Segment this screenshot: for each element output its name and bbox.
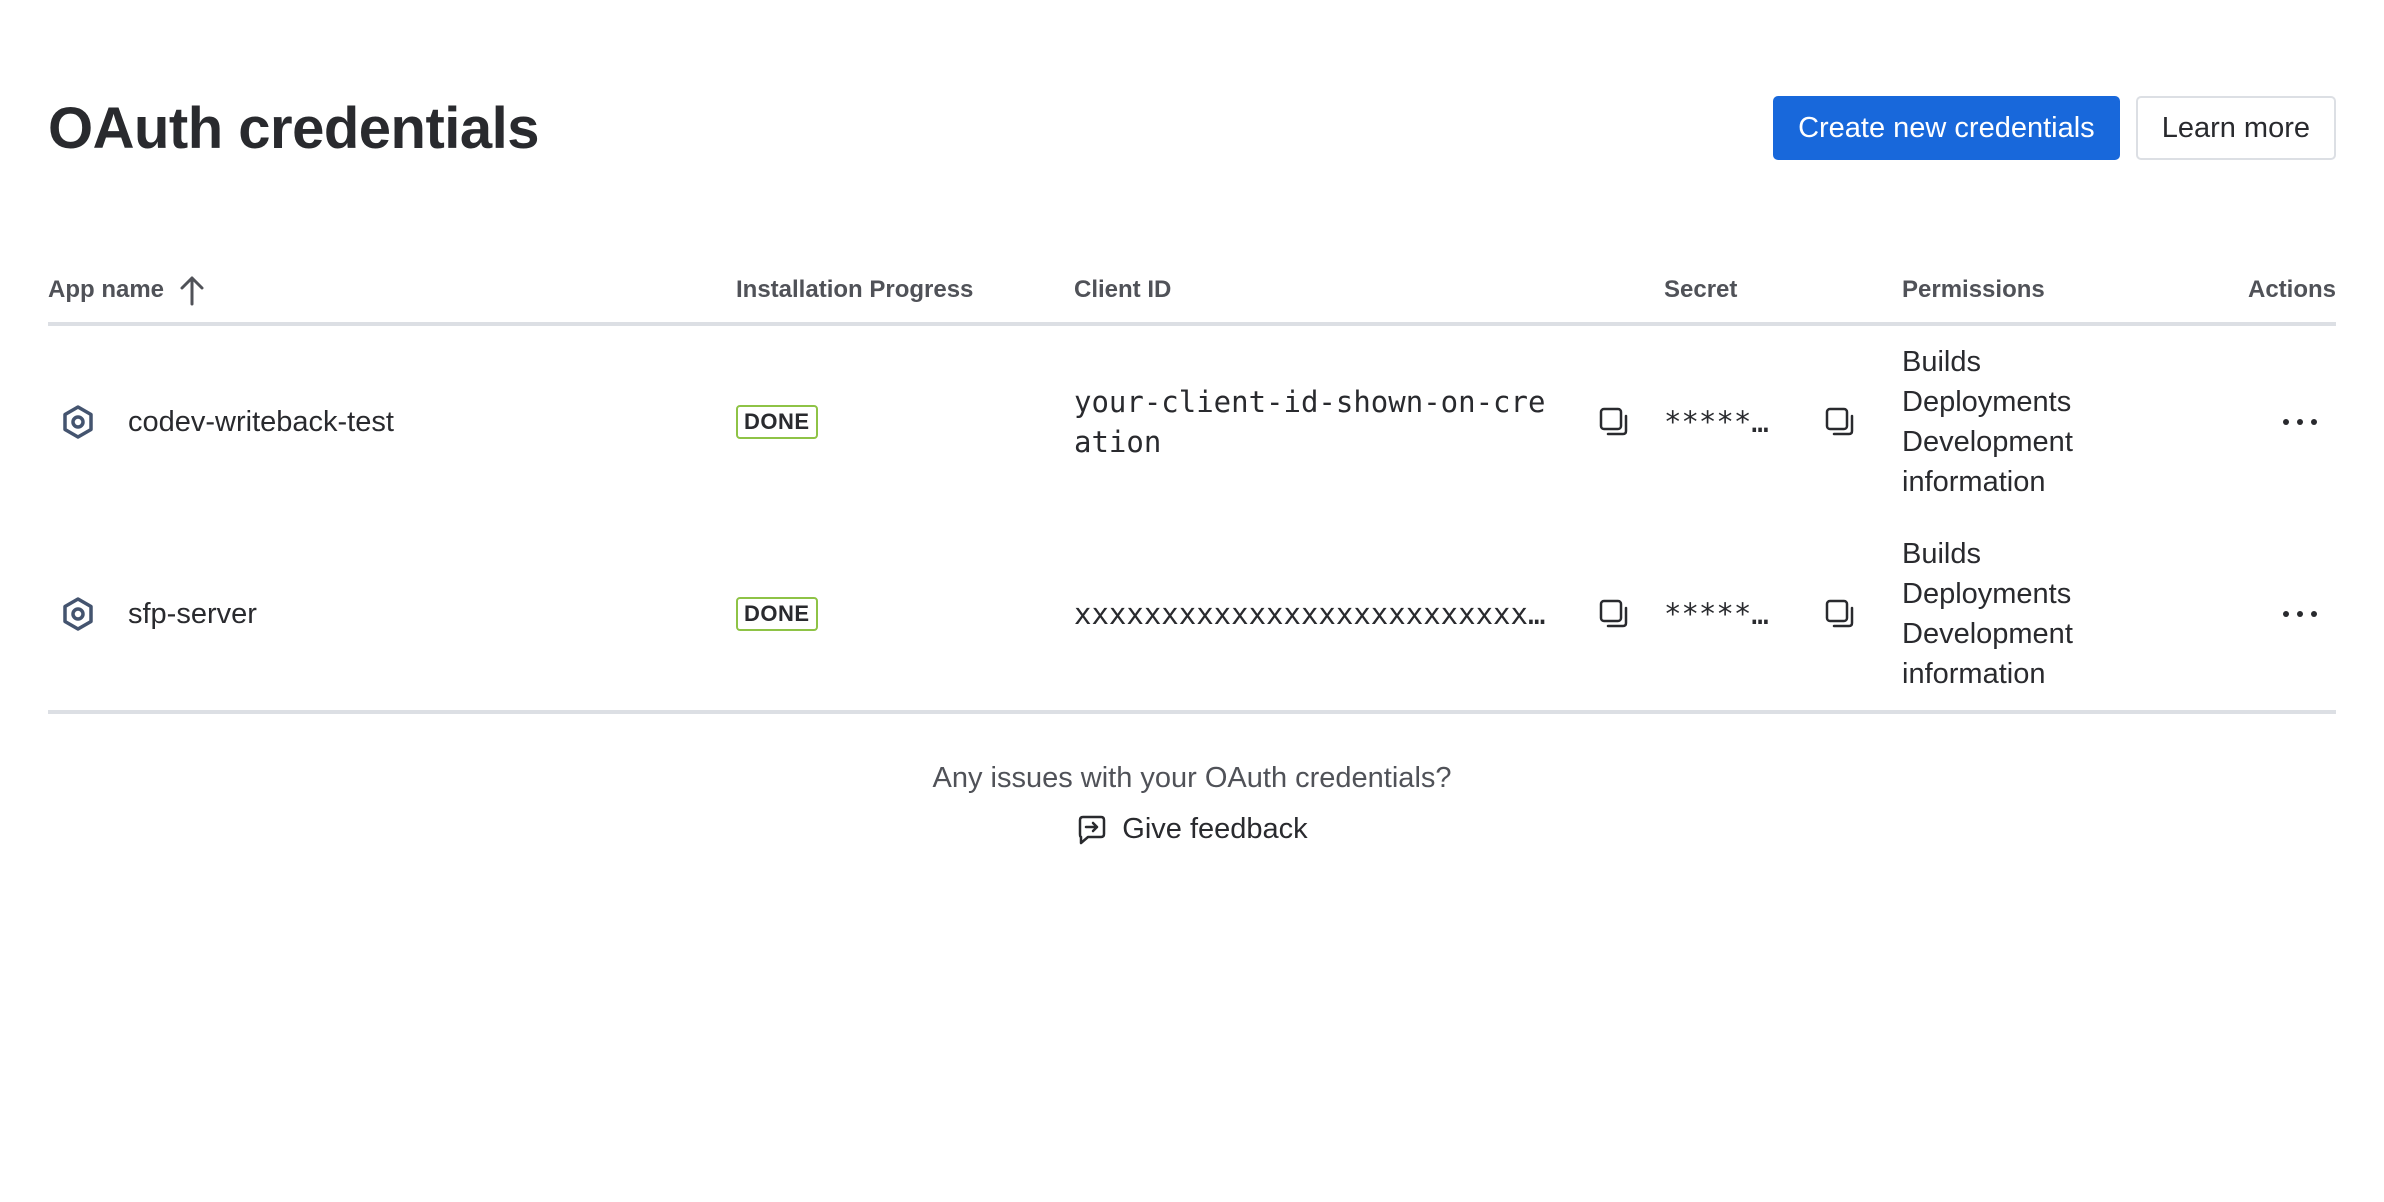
permission-item: Development — [1902, 618, 2073, 650]
feedback-footer: Any issues with your OAuth credentials? … — [0, 762, 2384, 851]
column-header-installation-progress: Installation Progress — [736, 276, 974, 303]
permission-item: information — [1902, 466, 2046, 498]
permission-item: Development — [1902, 426, 2073, 458]
page-header: OAuth credentials Create new credentials… — [48, 94, 2336, 162]
status-badge: DONE — [736, 597, 818, 631]
page-title: OAuth credentials — [48, 95, 540, 161]
credentials-table: App name Installation Progress Client ID… — [48, 258, 2336, 714]
installation-progress-cell: DONE — [736, 597, 1074, 631]
secret-value: ******… — [1664, 597, 1784, 631]
oauth-credentials-page: OAuth credentials Create new credentials… — [0, 0, 2384, 1202]
more-horizontal-icon[interactable] — [2272, 594, 2328, 634]
permission-item: Builds — [1902, 538, 1981, 570]
status-badge: DONE — [736, 405, 818, 439]
copy-icon[interactable] — [1594, 594, 1634, 634]
hexagon-app-icon — [60, 404, 96, 440]
column-header-secret: Secret — [1664, 276, 1738, 303]
table-row: codev-writeback-test DONE your-client-id… — [48, 326, 2336, 518]
hexagon-app-icon — [60, 596, 96, 632]
actions-cell — [2242, 402, 2336, 442]
secret-value: ******… — [1664, 405, 1784, 439]
arrow-up-icon[interactable] — [178, 274, 206, 306]
column-header-client-id: Client ID — [1074, 276, 1172, 303]
client-id-cell: xxxxxxxxxxxxxxxxxxxxxxxxxxxxxxxxxxxx — [1074, 594, 1664, 634]
app-name-cell: sfp-server — [48, 596, 736, 632]
column-label-app-name: App name — [48, 276, 165, 303]
give-feedback-label: Give feedback — [1122, 813, 1308, 845]
table-header: App name Installation Progress Client ID… — [48, 258, 2336, 326]
learn-more-button[interactable]: Learn more — [2135, 96, 2336, 160]
permissions-cell: Builds Deployments Development informati… — [1902, 534, 2242, 694]
feedback-icon — [1076, 814, 1108, 846]
table-row: sfp-server DONE xxxxxxxxxxxxxxxxxxxxxxxx… — [48, 518, 2336, 714]
permission-item: Deployments — [1902, 578, 2072, 610]
create-credentials-button[interactable]: Create new credentials — [1773, 96, 2120, 160]
app-name: codev-writeback-test — [128, 405, 394, 438]
secret-cell: ******… — [1664, 594, 1902, 634]
app-name: sfp-server — [128, 597, 257, 630]
installation-progress-cell: DONE — [736, 405, 1074, 439]
copy-icon[interactable] — [1820, 594, 1860, 634]
more-horizontal-icon[interactable] — [2272, 402, 2328, 442]
permissions-list: Builds Deployments Development informati… — [1902, 534, 2073, 694]
copy-icon[interactable] — [1820, 402, 1860, 442]
feedback-question: Any issues with your OAuth credentials? — [932, 762, 1452, 794]
client-id-value: xxxxxxxxxxxxxxxxxxxxxxxxxxxxxxxxxxxx — [1074, 597, 1554, 631]
permission-item: Builds — [1902, 346, 1981, 378]
client-id-value: your-client-id-shown-on-creation — [1074, 385, 1546, 459]
column-header-actions: Actions — [2247, 276, 2336, 303]
permissions-cell: Builds Deployments Development informati… — [1902, 342, 2242, 502]
client-id-cell: your-client-id-shown-on-creation — [1074, 382, 1664, 462]
header-actions: Create new credentials Learn more — [1773, 96, 2336, 160]
column-header-permissions: Permissions — [1902, 276, 2045, 303]
permissions-list: Builds Deployments Development informati… — [1902, 342, 2073, 502]
app-name-cell: codev-writeback-test — [48, 404, 736, 440]
permission-item: information — [1902, 658, 2046, 690]
copy-icon[interactable] — [1594, 402, 1634, 442]
give-feedback-link[interactable]: Give feedback — [1076, 813, 1308, 846]
column-header-app-name[interactable]: App name — [48, 274, 736, 306]
actions-cell — [2242, 594, 2336, 634]
permission-item: Deployments — [1902, 386, 2072, 418]
secret-cell: ******… — [1664, 402, 1902, 442]
